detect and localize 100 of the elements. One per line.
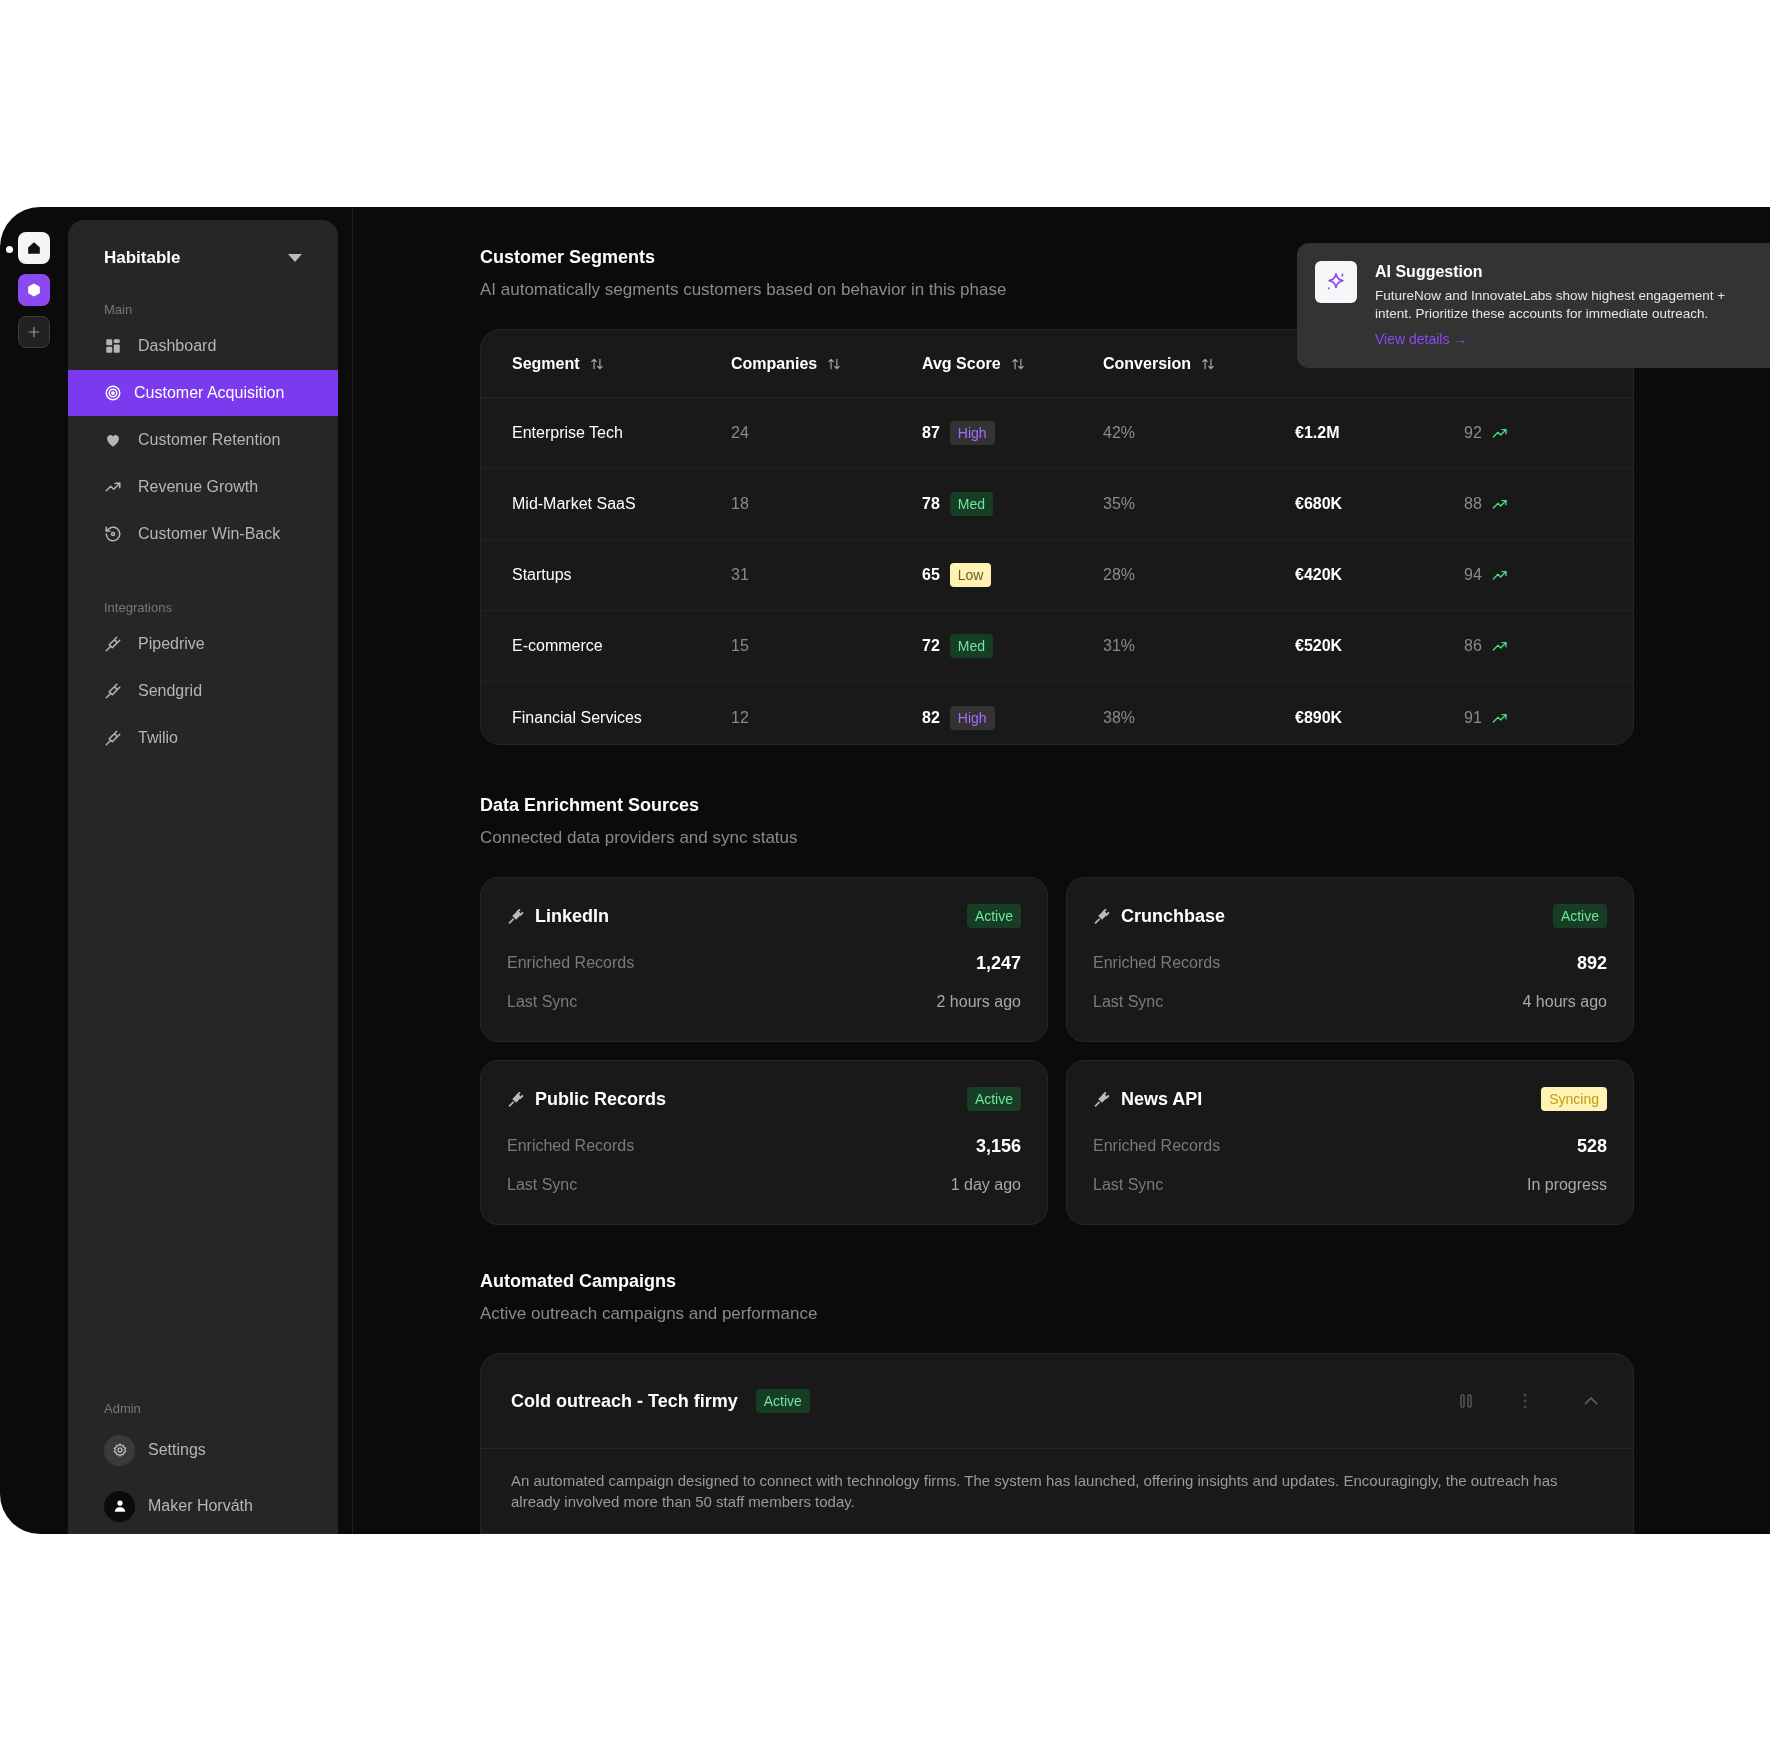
- table-cell-text: 35%: [1103, 495, 1137, 513]
- profile-item[interactable]: Maker Horváth: [68, 1478, 338, 1534]
- field-label: Last Sync: [1093, 992, 1164, 1011]
- score-tag: Med: [949, 634, 994, 658]
- nav-item[interactable]: Sendgrid: [68, 668, 338, 714]
- history-icon: [104, 525, 122, 543]
- active-indicator: [6, 246, 13, 253]
- table-cell-text: €890K: [1295, 708, 1344, 727]
- column-header[interactable]: Segment: [512, 354, 731, 373]
- workspace-name[interactable]: Habitable: [104, 248, 181, 268]
- field-value: 528: [1576, 1135, 1607, 1157]
- pause-icon: [1459, 1393, 1473, 1409]
- add-workspace-button[interactable]: [18, 316, 50, 348]
- sort-icon[interactable]: [1201, 356, 1215, 371]
- user-icon: [112, 1499, 127, 1513]
- field-value: 1 day ago: [950, 1175, 1021, 1194]
- table-cell-text: €1.2M: [1295, 424, 1341, 442]
- status-tag: Active: [966, 1087, 1021, 1111]
- plug-icon: [507, 1090, 525, 1108]
- status-tag: Syncing: [1541, 1087, 1607, 1111]
- table-cell-text: 42%: [1103, 424, 1137, 442]
- field-value: 3,156: [975, 1135, 1021, 1157]
- table-cell: 88: [1464, 495, 1482, 513]
- field-value: 4 hours ago: [1522, 992, 1607, 1011]
- settings-icon: [111, 1442, 128, 1458]
- plug-icon: [104, 729, 122, 747]
- table-cell-text: 38%: [1103, 708, 1137, 727]
- score-tag: High: [949, 421, 995, 445]
- table-cell: 65: [922, 566, 940, 584]
- score-tag: Low: [949, 563, 992, 587]
- plug-icon: [1093, 907, 1111, 925]
- nav-item[interactable]: Pipedrive: [68, 621, 338, 667]
- workspace-button[interactable]: [18, 274, 50, 306]
- nav-item[interactable]: Customer Retention: [68, 417, 338, 463]
- table-cell: 87: [922, 424, 940, 442]
- section-subtitle: Active outreach campaigns and performance: [480, 1304, 818, 1324]
- table-cell: 78: [922, 495, 940, 513]
- field-label: Last Sync: [1093, 1175, 1164, 1194]
- popup-text: FutureNow and InnovateLabs show highest engagement + intent. Prioritize these accounts for immediate outreach.: [1375, 287, 1727, 323]
- field-label: Enriched Records: [1093, 954, 1221, 973]
- status-tag: Active: [1552, 904, 1607, 928]
- column-header[interactable]: Companies: [731, 354, 922, 373]
- trend-up-icon: [1491, 639, 1508, 653]
- plug-icon: [1093, 1090, 1111, 1108]
- nav-item[interactable]: Dashboard: [68, 323, 338, 369]
- source-name: News API: [1121, 1088, 1203, 1110]
- source-name: Public Records: [535, 1088, 667, 1110]
- table-cell-text: Enterprise Tech: [512, 424, 624, 442]
- section-title: Data Enrichment Sources: [480, 795, 700, 816]
- table-cell: 72: [922, 637, 940, 655]
- section-subtitle: Connected data providers and sync status: [480, 828, 798, 848]
- more-icon: [1523, 1393, 1527, 1409]
- sort-icon[interactable]: [827, 356, 842, 371]
- field-label: Enriched Records: [507, 1137, 635, 1156]
- table-cell-text: €680K: [1295, 495, 1344, 513]
- home-button[interactable]: [18, 232, 50, 264]
- plus-icon: [27, 325, 41, 339]
- popup-title: AI Suggestion: [1375, 263, 1484, 281]
- field-label: Enriched Records: [1093, 1137, 1221, 1156]
- plug-icon: [104, 682, 122, 700]
- campaign-name: Cold outreach - Tech firmy: [511, 1390, 738, 1412]
- table-cell-text: €520K: [1295, 637, 1344, 655]
- nav-item[interactable]: Customer Acquisition: [68, 370, 338, 416]
- source-name: LinkedIn: [535, 905, 609, 927]
- section-title: Customer Segments: [480, 247, 656, 268]
- status-tag: Active: [966, 904, 1021, 928]
- table-cell-text: Mid-Market SaaS: [512, 495, 637, 513]
- trend-up-icon: [1491, 426, 1508, 440]
- table-cell-text: 31: [731, 566, 750, 584]
- column-header[interactable]: Conversion: [1103, 354, 1295, 373]
- table-cell-text: 31%: [1103, 637, 1137, 655]
- section-label: Integrations: [103, 600, 173, 615]
- nav-item[interactable]: Revenue Growth: [68, 464, 338, 510]
- field-value: 1,247: [975, 952, 1021, 974]
- source-name: Crunchbase: [1121, 905, 1226, 927]
- field-label: Last Sync: [507, 1175, 578, 1194]
- nav-item[interactable]: Customer Win-Back: [68, 511, 338, 557]
- caret-icon[interactable]: [288, 254, 302, 262]
- section-title: Automated Campaigns: [480, 1271, 677, 1292]
- settings-item[interactable]: Settings: [68, 1422, 338, 1478]
- score-tag: High: [949, 705, 995, 730]
- sort-icon[interactable]: [1010, 356, 1025, 371]
- trend-up-icon: [1491, 568, 1508, 582]
- home-icon: [27, 241, 41, 255]
- table-cell: 86: [1464, 637, 1482, 655]
- status-tag: Active: [755, 1389, 810, 1413]
- section-label: Admin: [103, 1401, 142, 1416]
- table-cell-text: €420K: [1295, 566, 1344, 584]
- sort-icon[interactable]: [589, 356, 604, 371]
- hexagon-icon: [27, 283, 41, 297]
- table-cell-text: Startups: [512, 566, 573, 584]
- table-cell-text: 24: [731, 424, 750, 442]
- nav-item[interactable]: Twilio: [68, 715, 338, 761]
- score-tag: Med: [949, 492, 994, 516]
- column-header[interactable]: Avg Score: [922, 354, 1103, 373]
- table-cell-text: 12: [731, 708, 750, 727]
- table-cell: 94: [1464, 566, 1482, 584]
- table-cell: 91: [1464, 708, 1482, 727]
- table-cell: 82: [922, 708, 940, 727]
- campaign-description: An automated campaign designed to connect with technology firms. The system has launched, offering insights and updates. Encouragingly, the outreach has already involved more than 50 staff members today.: [510, 1471, 1559, 1512]
